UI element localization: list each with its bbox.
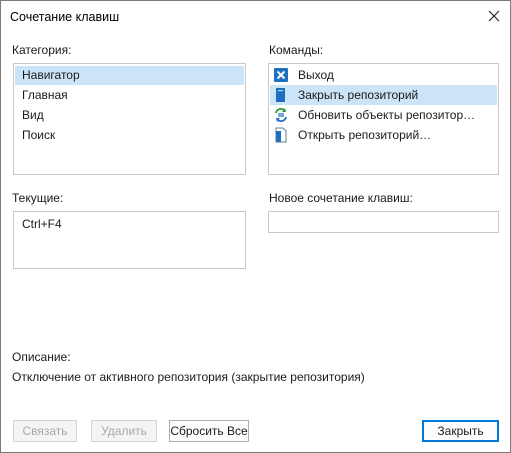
open-repository-icon — [275, 127, 287, 143]
delete-button[interactable]: Удалить — [91, 420, 157, 442]
command-label: Открыть репозиторий… — [298, 128, 432, 142]
category-list[interactable]: Навигатор Главная Вид Поиск — [13, 63, 246, 175]
current-shortcut-item[interactable]: Ctrl+F4 — [15, 215, 244, 234]
description-label: Описание: — [12, 350, 71, 364]
command-label: Обновить объекты репозитор… — [298, 108, 476, 122]
current-shortcuts-list[interactable]: Ctrl+F4 — [13, 211, 246, 269]
command-label: Выход — [298, 68, 334, 82]
category-item-navigator[interactable]: Навигатор — [15, 66, 244, 85]
window-title: Сочетание клавиш — [10, 10, 120, 24]
category-item-main[interactable]: Главная — [15, 86, 244, 105]
commands-list[interactable]: Выход Закрыть репозиторий Обновить объек… — [268, 63, 499, 175]
close-button[interactable]: Закрыть — [422, 420, 499, 442]
new-shortcut-input[interactable] — [268, 211, 499, 233]
category-item-search[interactable]: Поиск — [15, 126, 244, 145]
description-text: Отключение от активного репозитория (зак… — [12, 370, 365, 384]
command-item-exit[interactable]: Выход — [270, 65, 497, 85]
title-bar: Сочетание клавиш — [1, 1, 510, 31]
refresh-objects-icon — [275, 108, 287, 122]
commands-label: Команды: — [269, 43, 324, 57]
new-shortcut-label: Новое сочетание клавиш: — [269, 191, 413, 205]
close-repository-icon — [276, 88, 285, 102]
category-item-view[interactable]: Вид — [15, 106, 244, 125]
command-item-refresh-objects[interactable]: Обновить объекты репозитор… — [270, 105, 497, 125]
close-icon — [488, 10, 500, 22]
shortcut-dialog: Сочетание клавиш Категория: Навигатор Гл… — [0, 0, 511, 453]
current-label: Текущие: — [12, 191, 64, 205]
category-label: Категория: — [12, 43, 72, 57]
assign-button[interactable]: Связать — [13, 420, 77, 442]
reset-all-button[interactable]: Сбросить Все — [169, 420, 249, 442]
command-item-open-repository[interactable]: Открыть репозиторий… — [270, 125, 497, 145]
exit-icon — [274, 68, 288, 82]
command-item-close-repository[interactable]: Закрыть репозиторий — [270, 85, 497, 105]
close-window-button[interactable] — [478, 1, 510, 31]
command-label: Закрыть репозиторий — [298, 88, 419, 102]
